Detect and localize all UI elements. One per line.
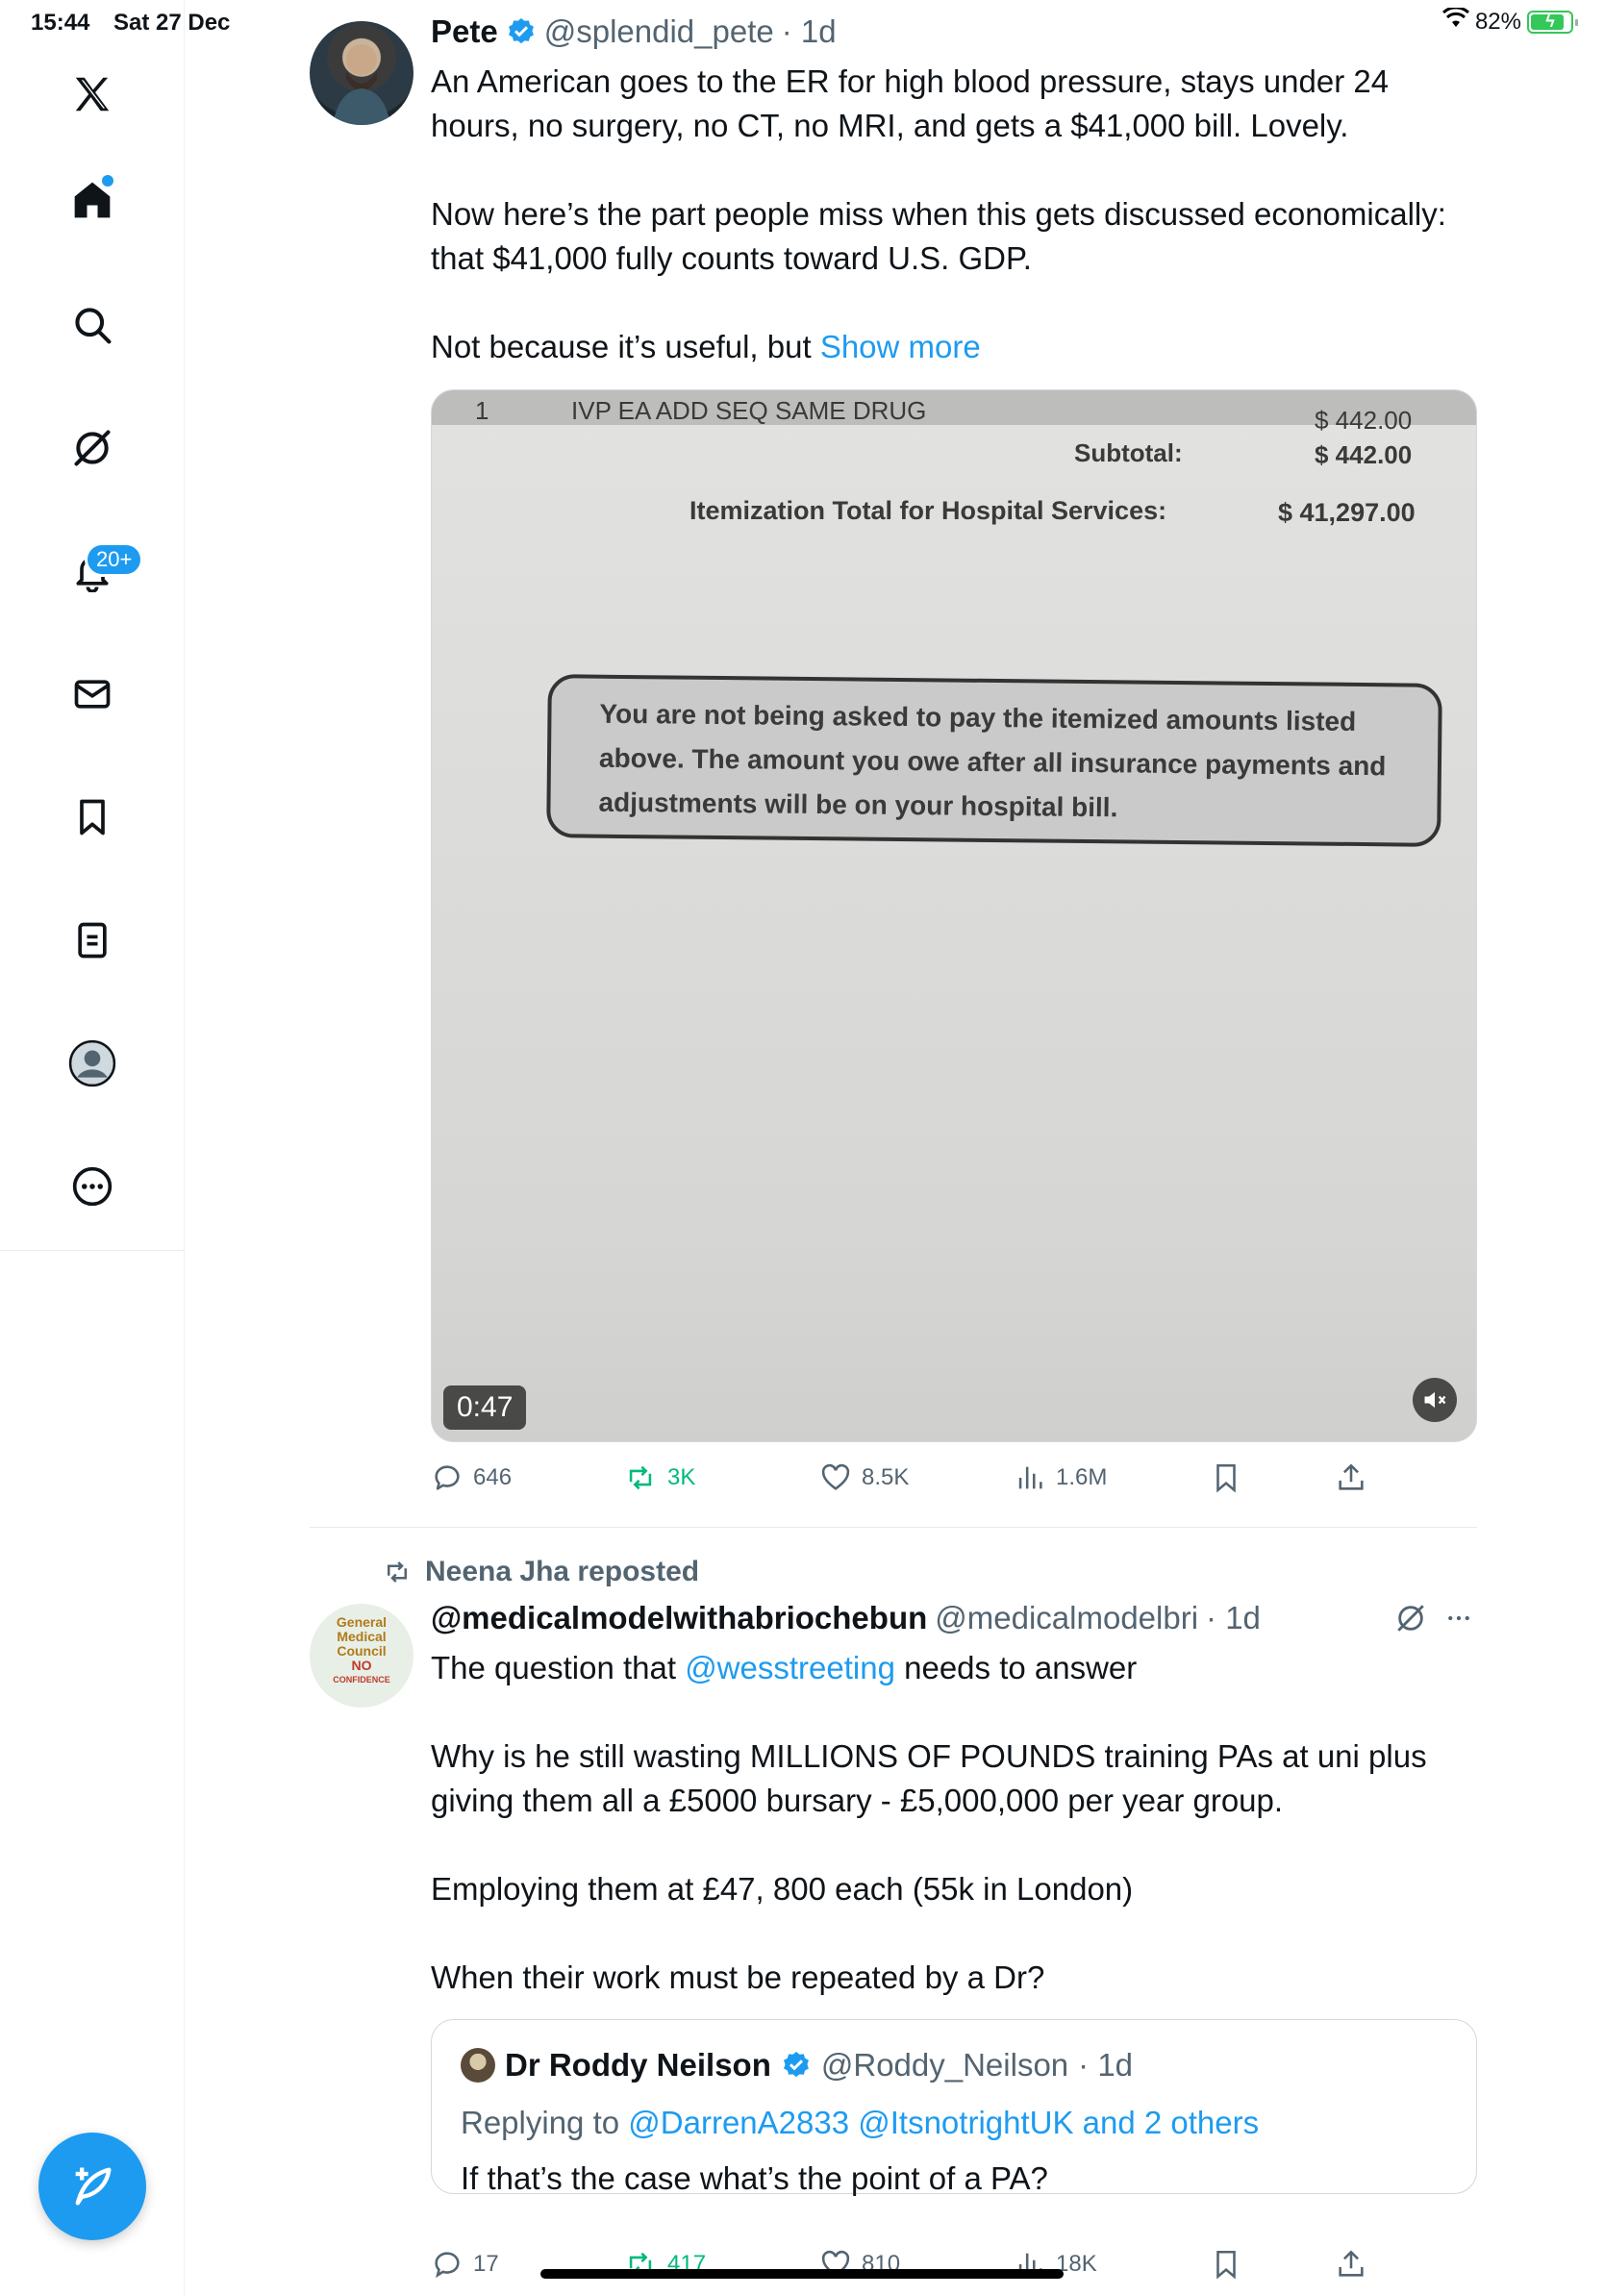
repost-icon (629, 1465, 652, 1490)
messages-envelope-icon[interactable] (63, 665, 121, 723)
quoted-author-handle[interactable]: @Roddy_Neilson (821, 2047, 1068, 2084)
reply-button[interactable]: 17 (431, 2248, 499, 2281)
author-avatar[interactable] (310, 21, 414, 125)
feed-divider (310, 1527, 1477, 1528)
reposted-by-label[interactable]: Neena Jha reposted (425, 1556, 699, 1588)
reply-button[interactable]: 646 (431, 1461, 512, 1494)
share-button[interactable] (1335, 2248, 1367, 2281)
heart-icon (821, 1463, 850, 1490)
compose-post-button[interactable] (38, 2133, 146, 2240)
post-time: · 1d (1206, 1600, 1261, 1635)
bill-row-amount: $ 442.00 (1315, 406, 1413, 435)
tweet-body: An American goes to the ER for high bloo… (431, 60, 1469, 369)
home-unread-dot (102, 175, 113, 187)
bill-total-label: Itemization Total for Hospital Services: (689, 496, 1167, 525)
home-indicator[interactable] (540, 2269, 1064, 2279)
author-handle[interactable]: @medicalmodelbri (935, 1600, 1198, 1636)
quoted-author-avatar[interactable] (461, 2048, 495, 2083)
battery-percent: 82% (1474, 8, 1521, 35)
video-player[interactable]: 1 IVP EA ADD SEQ SAME DRUG $ 442.00 Subt… (431, 389, 1477, 1442)
share-icon (1339, 2250, 1364, 2277)
video-duration: 0:47 (443, 1385, 527, 1430)
views-button[interactable]: 1.6M (1014, 1461, 1107, 1494)
reply-icon (435, 2252, 460, 2279)
quoted-tweet[interactable]: Dr Roddy Neilson @Roddy_Neilson · 1d Rep… (431, 2019, 1477, 2196)
repost-context: Neena Jha reposted (381, 1556, 699, 1588)
bill-row-qty: 1 (475, 396, 489, 425)
quoted-author-name[interactable]: Dr Roddy Neilson (505, 2047, 771, 2084)
status-right: 82% ϟ (1441, 6, 1578, 36)
bill-notice-box: You are not being asked to pay the itemi… (546, 674, 1442, 847)
author-name[interactable]: Pete (431, 13, 498, 50)
tweet-actions: 17 417 810 18K (431, 2248, 1392, 2286)
bookmark-button[interactable] (1210, 1461, 1242, 1494)
reply-icon (435, 1465, 460, 1490)
mute-icon[interactable] (1413, 1378, 1457, 1422)
mention-link[interactable]: @wesstreeting (685, 1650, 895, 1685)
x-logo-icon[interactable] (63, 65, 121, 123)
repost-context-icon (388, 1561, 407, 1583)
bill-subtotal-label: Subtotal: (1074, 438, 1183, 467)
share-button[interactable] (1335, 1461, 1367, 1494)
show-more-link[interactable]: Show more (820, 329, 981, 364)
author-avatar[interactable]: General Medical Council NO CONFIDENCE (310, 1604, 414, 1708)
tweet-header: Pete @splendid_pete · 1d (431, 13, 837, 50)
wifi-icon (1441, 6, 1469, 36)
battery-icon: ϟ (1527, 10, 1578, 34)
like-count: 8.5K (862, 1464, 910, 1490)
bookmark-icon (1216, 2250, 1236, 2280)
quoted-tweet-header: Dr Roddy Neilson @Roddy_Neilson · 1d (461, 2047, 1133, 2084)
tweet-text: An American goes to the ER for high bloo… (431, 63, 1446, 364)
sidebar-divider (0, 1250, 185, 1251)
tweet-body-paragraphs: Why is he still wasting MILLIONS OF POUN… (431, 1738, 1427, 1995)
bill-total-value: $ 41,297.00 (1278, 498, 1416, 527)
avatar-text: General Medical Council NO CONFIDENCE (333, 1614, 390, 1685)
quoted-post-time: · 1d (1078, 2047, 1134, 2083)
quoted-tweet-text: If that’s the case what’s the point of a… (461, 2160, 1048, 2196)
view-count: 1.6M (1056, 1464, 1108, 1490)
search-icon[interactable] (63, 296, 121, 354)
lists-icon[interactable] (63, 911, 121, 969)
bill-row-item: IVP EA ADD SEQ SAME DRUG (571, 396, 927, 425)
like-button[interactable]: 8.5K (819, 1461, 909, 1494)
reply-count: 646 (473, 1464, 513, 1490)
profile-avatar-icon[interactable] (63, 1035, 121, 1092)
bookmark-button[interactable] (1210, 2248, 1242, 2281)
share-icon (1339, 1463, 1364, 1490)
reply-count: 17 (473, 2251, 499, 2277)
more-options-icon[interactable] (1442, 1604, 1475, 1637)
views-chart-icon (1018, 1466, 1042, 1489)
repost-button[interactable]: 3K (623, 1461, 695, 1494)
tweet-actions: 646 3K 8.5K 1.6M (431, 1461, 1392, 1500)
grok-icon[interactable] (1394, 1602, 1427, 1639)
replying-to-line: Replying to @DarrenA2833 @ItsnotrightUK … (461, 2105, 1260, 2140)
post-time: · 1d (781, 13, 837, 49)
bill-subtotal-value: $ 442.00 (1315, 440, 1413, 469)
grok-icon[interactable] (63, 419, 121, 477)
replying-to-links[interactable]: @DarrenA2833 @ItsnotrightUK and 2 others (628, 2105, 1259, 2140)
author-name[interactable]: @medicalmodelwithabriochebun (431, 1600, 927, 1636)
bookmark-icon (1216, 1463, 1236, 1493)
notifications-badge: 20+ (85, 542, 144, 577)
verified-badge-icon (506, 16, 537, 47)
bookmarks-icon[interactable] (63, 788, 121, 846)
tweet-body: The question that @wesstreeting needs to… (431, 1650, 1138, 1685)
author-handle[interactable]: @splendid_pete (544, 13, 774, 50)
sidebar: 20+ (0, 0, 185, 2296)
verified-badge-icon (781, 2050, 812, 2081)
tweet-header: @medicalmodelwithabriochebun @medicalmod… (431, 1600, 1261, 1636)
more-icon[interactable] (63, 1158, 121, 1215)
repost-count: 3K (667, 1464, 696, 1490)
